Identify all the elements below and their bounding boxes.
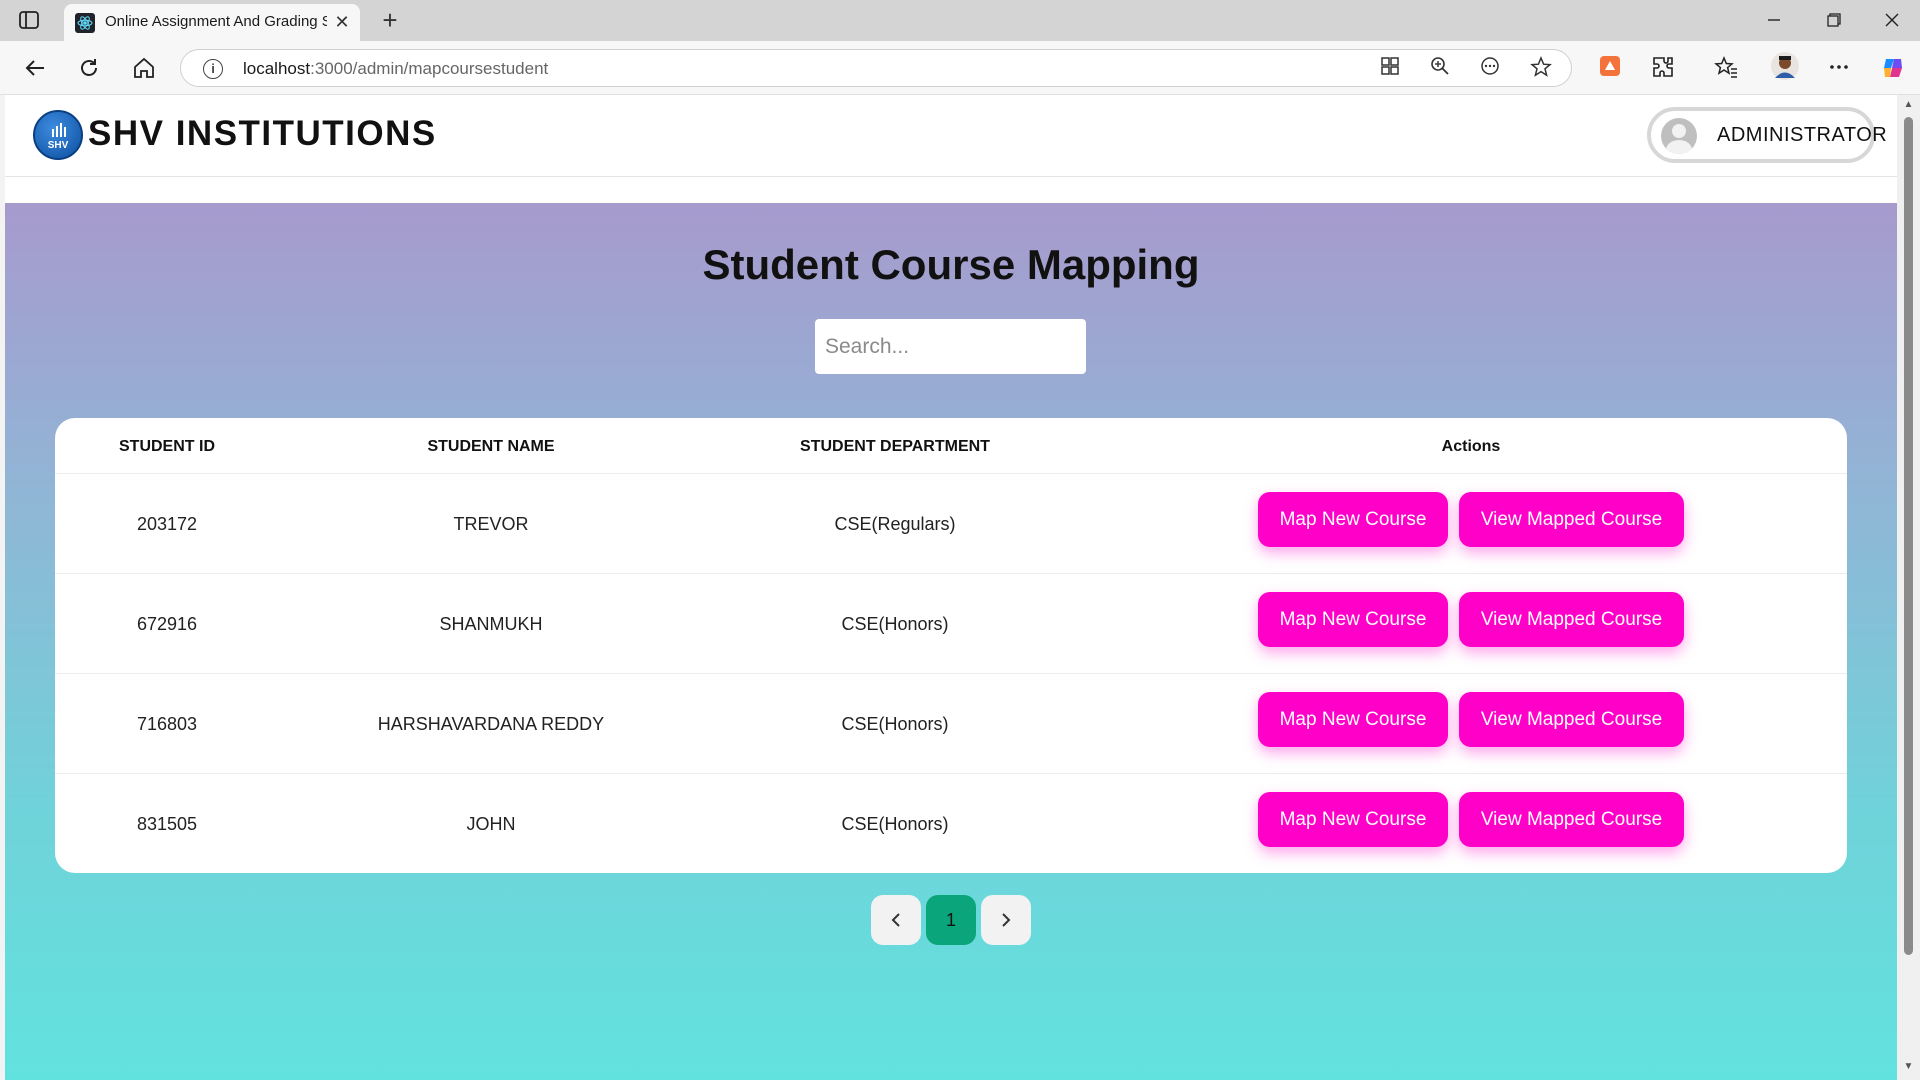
map-new-course-button[interactable]: Map New Course — [1258, 792, 1448, 847]
table-row: 672916 SHANMUKH CSE(Honors) Map New Cour… — [55, 573, 1847, 673]
browser-tab[interactable]: Online Assignment And Grading S ✕ — [64, 4, 360, 41]
table-row: 203172 TREVOR CSE(Regulars) Map New Cour… — [55, 473, 1847, 573]
home-icon[interactable] — [131, 55, 157, 81]
profile-icon[interactable] — [1770, 51, 1800, 81]
browser-tab-strip: Online Assignment And Grading S ✕ + — [0, 0, 1920, 41]
brand-name[interactable]: SHV INSTITUTIONS — [88, 114, 437, 154]
student-name-cell: JOHN — [466, 814, 516, 834]
more-icon[interactable] — [1826, 55, 1852, 81]
map-new-course-button[interactable]: Map New Course — [1258, 692, 1448, 747]
page-title: Student Course Mapping — [702, 241, 1200, 288]
copilot-icon[interactable] — [1880, 55, 1906, 81]
search-input[interactable] — [815, 319, 1086, 374]
view-mapped-course-button[interactable]: View Mapped Course — [1459, 592, 1684, 647]
user-menu-button[interactable]: ADMINISTRATOR — [1647, 107, 1887, 163]
restore-icon[interactable] — [1814, 6, 1854, 36]
url-path: :3000/admin/mapcoursestudent — [310, 59, 549, 78]
read-aloud-icon[interactable] — [1477, 56, 1503, 82]
chevron-left-icon — [891, 913, 900, 927]
sidebar-toggle-icon[interactable] — [18, 10, 40, 30]
column-header-student-id: STUDENT ID — [119, 438, 215, 455]
page-scrollbar[interactable]: ▲ ▼ — [1897, 95, 1920, 1080]
url-text[interactable]: localhost:3000/admin/mapcoursestudent — [243, 59, 548, 79]
logo-text: SHV — [47, 140, 69, 151]
scroll-down-icon[interactable]: ▼ — [1902, 1061, 1915, 1072]
chevron-right-icon — [1002, 913, 1011, 927]
web-page: SHV SHV INSTITUTIONS ADMINISTRATOR Stude… — [5, 95, 1897, 1080]
next-page-button[interactable] — [981, 895, 1031, 945]
favorite-star-icon[interactable] — [1528, 56, 1554, 82]
page-1-button[interactable]: 1 — [926, 895, 976, 945]
close-tab-icon[interactable]: ✕ — [332, 12, 352, 32]
minimize-icon[interactable] — [1754, 6, 1794, 36]
student-id-cell: 203172 — [136, 514, 198, 534]
view-mapped-course-button[interactable]: View Mapped Course — [1459, 792, 1684, 847]
app-header: SHV SHV INSTITUTIONS ADMINISTRATOR — [5, 95, 1897, 177]
close-window-icon[interactable] — [1872, 6, 1912, 36]
avatar-icon — [1661, 118, 1697, 154]
student-name-cell: TREVOR — [453, 514, 529, 534]
institution-logo: SHV — [33, 110, 83, 160]
scroll-up-icon[interactable]: ▲ — [1902, 99, 1915, 110]
url-host: localhost — [243, 59, 311, 78]
favorites-icon[interactable] — [1713, 55, 1739, 81]
browser-toolbar: i localhost:3000/admin/mapcoursestudent — [0, 41, 1920, 95]
tab-title: Online Assignment And Grading S — [105, 13, 327, 30]
column-header-student-name: STUDENT NAME — [427, 438, 555, 455]
main-content: Student Course Mapping STUDENT ID STUDEN… — [5, 203, 1897, 1080]
react-favicon — [75, 13, 95, 33]
extension-icon[interactable] — [1597, 55, 1623, 81]
student-name-cell: HARSHAVARDANA REDDY — [377, 714, 605, 734]
info-icon[interactable]: i — [203, 59, 223, 79]
map-new-course-button[interactable]: Map New Course — [1258, 592, 1448, 647]
address-bar[interactable]: i localhost:3000/admin/mapcoursestudent — [180, 49, 1572, 87]
scrollbar-thumb[interactable] — [1904, 117, 1913, 955]
back-icon[interactable] — [22, 55, 48, 81]
new-tab-icon[interactable]: + — [377, 7, 403, 34]
zoom-icon[interactable] — [1427, 56, 1453, 82]
avatar-body — [1666, 140, 1692, 154]
column-header-actions: Actions — [1441, 438, 1501, 455]
student-id-cell: 672916 — [136, 614, 198, 634]
user-role-label: ADMINISTRATOR — [1717, 124, 1888, 146]
table-row: 716803 HARSHAVARDANA REDDY CSE(Honors) M… — [55, 673, 1847, 773]
app-available-icon[interactable] — [1377, 56, 1403, 82]
previous-page-button[interactable] — [871, 895, 921, 945]
department-cell: CSE(Regulars) — [834, 514, 956, 534]
department-cell: CSE(Honors) — [841, 614, 949, 634]
refresh-icon[interactable] — [76, 55, 102, 81]
avatar-head — [1672, 124, 1686, 138]
building-icon — [52, 123, 66, 137]
view-mapped-course-button[interactable]: View Mapped Course — [1459, 692, 1684, 747]
department-cell: CSE(Honors) — [841, 814, 949, 834]
department-cell: CSE(Honors) — [841, 714, 949, 734]
column-header-department: STUDENT DEPARTMENT — [800, 438, 990, 455]
map-new-course-button[interactable]: Map New Course — [1258, 492, 1448, 547]
student-id-cell: 716803 — [136, 714, 198, 734]
student-table: STUDENT ID STUDENT NAME STUDENT DEPARTME… — [55, 418, 1847, 873]
table-row: 831505 JOHN CSE(Honors) Map New Course V… — [55, 773, 1847, 873]
view-mapped-course-button[interactable]: View Mapped Course — [1459, 492, 1684, 547]
student-name-cell: SHANMUKH — [439, 614, 543, 634]
extensions-icon[interactable] — [1650, 55, 1676, 81]
student-id-cell: 831505 — [136, 814, 198, 834]
